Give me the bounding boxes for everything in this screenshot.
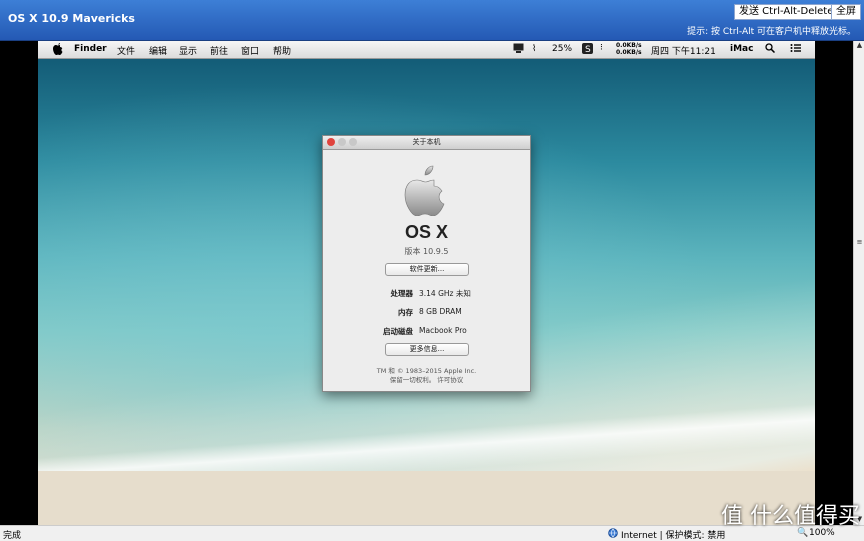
close-icon[interactable] <box>327 138 335 146</box>
rights-text: 保留一切权利。 许可协议 <box>389 376 464 384</box>
fullscreen-button[interactable]: 全屏 <box>831 4 861 20</box>
menu-view[interactable]: 显示 <box>179 44 197 57</box>
vm-title: OS X 10.9 Mavericks <box>8 12 135 25</box>
apple-logo-icon <box>404 165 445 216</box>
menu-go[interactable]: 前往 <box>210 44 228 57</box>
app-status-icon[interactable]: S <box>582 43 593 57</box>
menu-window[interactable]: 窗口 <box>241 44 259 57</box>
os-name: OS X <box>404 222 448 242</box>
right-letterbox <box>815 41 853 525</box>
startup-disk-value: Macbook Pro <box>419 326 467 335</box>
battery-level[interactable]: 25% <box>552 44 572 54</box>
spotlight-icon[interactable] <box>765 43 776 56</box>
menu-edit[interactable]: 编辑 <box>149 44 167 57</box>
scroll-up-icon[interactable]: ▲ <box>855 41 864 50</box>
startup-disk-label: 启动磁盘 <box>383 327 413 336</box>
status-text: 完成 <box>3 531 22 541</box>
notification-center-icon[interactable] <box>790 43 801 56</box>
minimize-icon[interactable] <box>338 138 346 146</box>
console-header: OS X 10.9 Mavericks 发送 Ctrl-Alt-Delete 全… <box>0 0 864 41</box>
mac-menubar: Finder 文件 编辑 显示 前往 窗口 帮助 ⌇ 25% S ⁝ 0.0KB… <box>38 41 815 59</box>
dialog-title: 关于本机 <box>412 138 441 146</box>
svg-text:S: S <box>585 45 591 54</box>
zoom-icon[interactable] <box>349 138 357 146</box>
menu-file[interactable]: 文件 <box>117 44 135 57</box>
clock[interactable]: 周四 下午11:21 <box>651 44 716 57</box>
left-letterbox <box>0 41 38 525</box>
display-icon[interactable] <box>513 43 524 56</box>
sand <box>38 471 815 525</box>
security-zone[interactable]: Internet | 保护模式: 禁用 <box>621 528 725 541</box>
net-down: 0.0KB/s <box>616 49 642 56</box>
scroll-thumb-icon[interactable]: ≡ <box>855 238 864 247</box>
net-up: 0.0KB/s <box>616 42 642 49</box>
globe-icon <box>608 528 618 541</box>
cursor-hint: 提示: 按 Ctrl-Alt 可在客户机中释放光标。 <box>687 27 856 37</box>
os-version: 版本 10.9.5 <box>404 247 449 256</box>
processor-value: 3.14 GHz 未知 <box>419 289 471 298</box>
dialog-titlebar: 关于本机 <box>323 136 530 150</box>
wifi-icon[interactable]: ⌇ <box>532 44 536 54</box>
memory-label: 内存 <box>398 308 413 317</box>
more-info-button[interactable]: 更多信息... <box>385 343 469 356</box>
site-watermark: 值 什么值得买 <box>721 504 860 529</box>
about-this-mac-dialog: 关于本机 OS X 版本 10.9.5 软件更新... 处理器 3.14 GHz… <box>322 135 531 392</box>
network-speed: 0.0KB/s 0.0KB/s <box>616 42 642 56</box>
menu-separator-icon: ⁝ <box>600 43 603 53</box>
menu-help[interactable]: 帮助 <box>273 44 291 57</box>
apple-menu-icon[interactable] <box>53 43 63 58</box>
vm-screen[interactable]: Finder 文件 编辑 显示 前往 窗口 帮助 ⌇ 25% S ⁝ 0.0KB… <box>38 41 815 525</box>
menu-finder[interactable]: Finder <box>74 44 107 54</box>
memory-value: 8 GB DRAM <box>419 307 462 316</box>
processor-label: 处理器 <box>390 289 414 298</box>
software-update-button[interactable]: 软件更新... <box>385 263 469 276</box>
send-ctrl-alt-delete-button[interactable]: 发送 Ctrl-Alt-Delete <box>734 4 839 20</box>
page-scrollbar[interactable]: ▲ ≡ ▼ <box>853 41 864 525</box>
computer-name[interactable]: iMac <box>730 44 753 54</box>
